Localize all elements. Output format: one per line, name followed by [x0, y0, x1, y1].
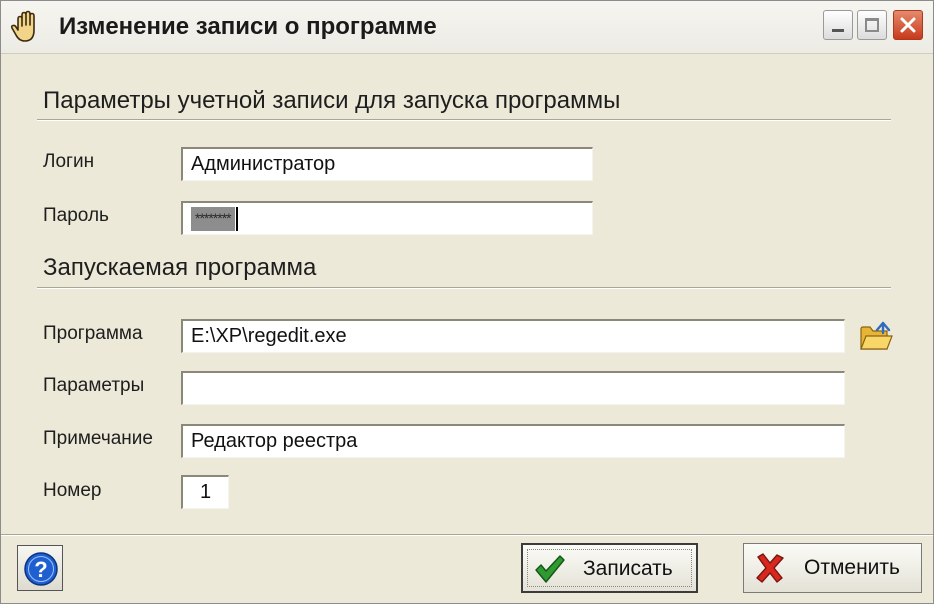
- program-section-title: Запускаемая программа: [43, 254, 317, 281]
- program-label: Программа: [43, 323, 143, 344]
- maximize-button[interactable]: [857, 10, 887, 40]
- program-path-field[interactable]: E:\XP\regedit.exe: [181, 319, 845, 353]
- text-caret: [235, 207, 238, 231]
- save-button-label: Записать: [583, 557, 673, 580]
- note-label: Примечание: [43, 428, 153, 449]
- hand-icon: [10, 10, 35, 42]
- account-section-title: Параметры учетной записи для запуска про…: [43, 87, 621, 114]
- number-field[interactable]: 1: [181, 475, 229, 509]
- button-bar-separator: [1, 534, 933, 536]
- dialog-window: Изменение записи о программе Параметры у…: [0, 0, 934, 604]
- login-label: Логин: [43, 151, 95, 172]
- save-button[interactable]: Записать: [521, 543, 698, 593]
- minimize-button[interactable]: [823, 10, 853, 40]
- close-button[interactable]: [893, 10, 923, 40]
- login-field[interactable]: Администратор: [181, 147, 593, 181]
- maximize-icon: [865, 18, 879, 32]
- number-label: Номер: [43, 480, 102, 501]
- title-bar[interactable]: Изменение записи о программе: [1, 1, 933, 54]
- close-icon: [900, 17, 916, 33]
- cancel-button-label: Отменить: [804, 556, 900, 579]
- cancel-button[interactable]: Отменить: [743, 543, 922, 593]
- params-label: Параметры: [43, 375, 145, 396]
- svg-text:?: ?: [34, 557, 47, 582]
- password-value: ********: [191, 207, 235, 231]
- folder-open-icon[interactable]: [859, 319, 893, 353]
- minimize-icon: [832, 29, 844, 32]
- checkmark-icon: [535, 555, 565, 583]
- program-section-divider: [37, 287, 891, 289]
- cross-icon: [756, 553, 784, 583]
- account-section-divider: [37, 119, 891, 121]
- help-icon: ?: [24, 552, 58, 586]
- window-title: Изменение записи о программе: [59, 13, 437, 40]
- params-field[interactable]: [181, 371, 845, 405]
- note-field[interactable]: Редактор реестра: [181, 424, 845, 458]
- help-button[interactable]: ?: [17, 545, 63, 591]
- password-field[interactable]: ********: [181, 201, 593, 235]
- password-label: Пароль: [43, 205, 109, 226]
